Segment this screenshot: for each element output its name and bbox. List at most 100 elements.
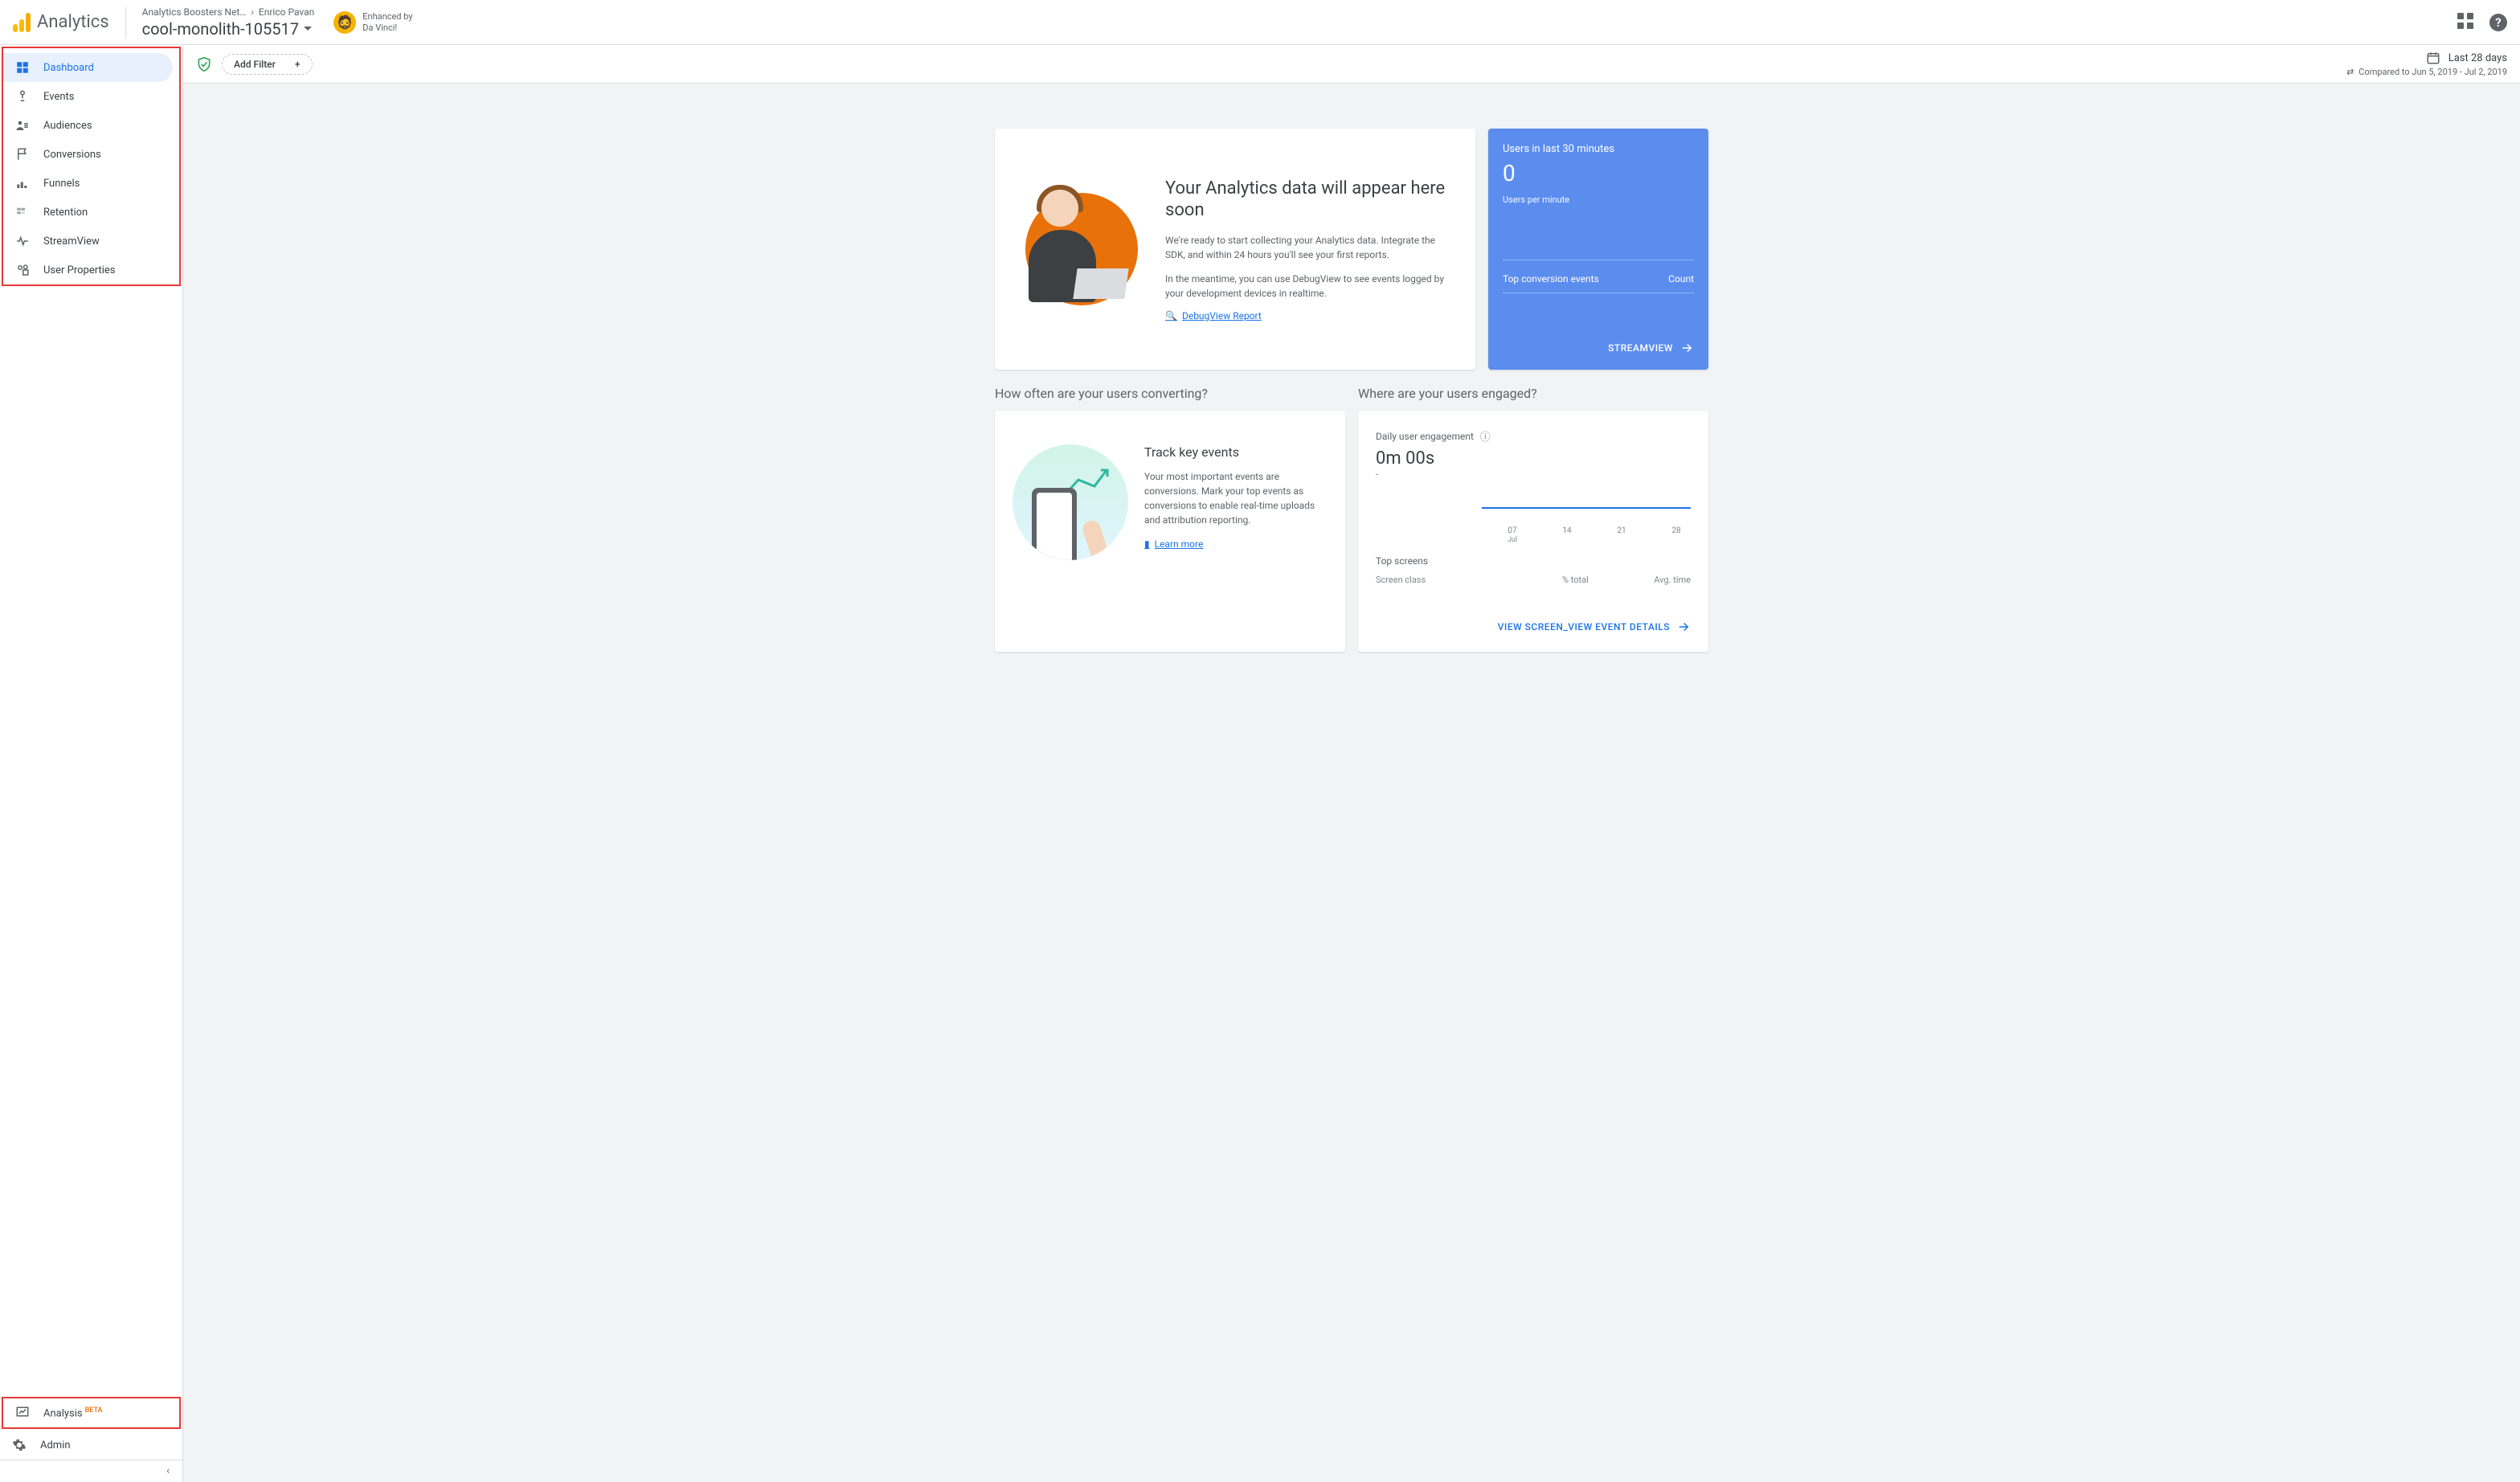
welcome-illustration [1017, 185, 1146, 313]
date-range-label: Last 28 days [2448, 52, 2507, 64]
sidebar-item-label: StreamView [43, 235, 100, 248]
pulse-icon [14, 234, 31, 248]
logo[interactable]: Analytics [13, 6, 126, 39]
sidebar-item-dashboard[interactable]: Dashboard [3, 53, 173, 82]
streamview-link[interactable]: STREAMVIEW [1503, 341, 1694, 355]
realtime-count-label: Count [1668, 273, 1694, 285]
realtime-count: 0 [1503, 160, 1694, 186]
welcome-title: Your Analytics data will appear here soo… [1165, 178, 1453, 222]
realtime-card: Users in last 30 minutes 0 Users per min… [1488, 129, 1708, 370]
track-illustration [1012, 444, 1128, 560]
chevron-right-icon: › [251, 6, 254, 18]
add-filter-button[interactable]: Add Filter + [222, 54, 313, 75]
analytics-logo-icon [13, 13, 31, 32]
sidebar-item-funnels[interactable]: Funnels [3, 169, 179, 198]
compare-icon: ⇄ [2346, 67, 2354, 77]
breadcrumb-property: cool-monolith-105517 [142, 19, 299, 39]
debugview-link-label: DebugView Report [1182, 310, 1262, 321]
date-range-picker[interactable]: Last 28 days [2426, 51, 2507, 65]
dashboard-icon [14, 60, 31, 75]
property-picker[interactable]: Analytics Boosters Net… › Enrico Pavan c… [126, 6, 315, 39]
view-details-label: VIEW SCREEN_VIEW EVENT DETAILS [1498, 621, 1670, 633]
user-properties-icon [14, 263, 31, 277]
engage-title: Daily user engagement [1376, 431, 1474, 442]
events-icon [14, 89, 31, 104]
analysis-icon [14, 1406, 31, 1420]
track-body: Your most important events are conversio… [1144, 469, 1328, 527]
sidebar-item-analysis[interactable]: AnalysisBETA [3, 1398, 179, 1427]
track-title: Track key events [1144, 444, 1328, 460]
gear-icon [11, 1438, 27, 1452]
sidebar-item-retention[interactable]: Retention [3, 198, 179, 227]
davinci-line1: Enhanced by [362, 11, 412, 22]
sidebar-item-label: Conversions [43, 149, 101, 161]
section-convert-title: How often are your users converting? [995, 386, 1345, 401]
breadcrumb-user: Enrico Pavan [259, 6, 314, 18]
breadcrumb-account: Analytics Boosters Net… [142, 6, 247, 18]
retention-icon [14, 205, 31, 219]
sidebar-collapse-button[interactable]: ‹ [0, 1459, 182, 1482]
sidebar-item-label: Retention [43, 207, 88, 219]
nav-group-main: Dashboard Events Audiences Conversions F… [2, 47, 181, 286]
engage-dash: - [1376, 469, 1691, 480]
realtime-events-label: Top conversion events [1503, 273, 1599, 285]
sidebar-item-label: AnalysisBETA [43, 1406, 103, 1419]
breadcrumb: Analytics Boosters Net… › Enrico Pavan [142, 6, 315, 18]
view-screen-view-details-link[interactable]: VIEW SCREEN_VIEW EVENT DETAILS [1376, 620, 1691, 634]
welcome-p1: We're ready to start collecting your Ana… [1165, 233, 1453, 262]
col-screen-class: Screen class [1376, 575, 1562, 585]
sidebar-item-events[interactable]: Events [3, 82, 179, 111]
chevron-left-icon: ‹ [166, 1465, 170, 1477]
flag-icon [14, 147, 31, 162]
sidebar-item-label: Events [43, 91, 74, 103]
sidebar-item-conversions[interactable]: Conversions [3, 140, 179, 169]
realtime-title: Users in last 30 minutes [1503, 143, 1694, 155]
funnels-icon [14, 176, 31, 190]
chevron-down-icon [304, 27, 312, 31]
add-filter-label: Add Filter [234, 59, 276, 70]
sidebar-item-audiences[interactable]: Audiences [3, 111, 179, 140]
sidebar-item-admin[interactable]: Admin [0, 1431, 182, 1459]
search-plus-icon: 🔍 [1165, 310, 1177, 321]
compared-range: ⇄ Compared to Jun 5, 2019 - Jul 2, 2019 [2346, 67, 2507, 77]
track-events-card: Track key events Your most important eve… [995, 411, 1345, 652]
apps-icon[interactable] [2457, 13, 2477, 32]
sidebar-item-user-properties[interactable]: User Properties [3, 256, 179, 285]
x-axis-ticks: 07Jul 14 21 28 [1376, 526, 1691, 544]
debugview-link[interactable]: 🔍 DebugView Report [1165, 310, 1453, 321]
calendar-icon [2426, 51, 2440, 65]
info-icon[interactable]: ⓘ [1480, 428, 1491, 444]
app-title: Analytics [37, 12, 109, 32]
section-engage-title: Where are your users engaged? [1358, 386, 1708, 401]
sidebar: Dashboard Events Audiences Conversions F… [0, 45, 183, 1482]
davinci-avatar-icon: 🧔 [333, 11, 356, 34]
shield-check-icon[interactable] [196, 56, 212, 72]
welcome-card: Your Analytics data will appear here soo… [995, 129, 1475, 370]
arrow-right-icon [1676, 620, 1691, 634]
arrow-right-icon [1679, 341, 1694, 355]
realtime-per-minute: Users per minute [1503, 194, 1694, 205]
learn-more-link[interactable]: ▮ Learn more [1144, 538, 1328, 550]
compared-label: Compared to Jun 5, 2019 - Jul 2, 2019 [2358, 67, 2507, 77]
audiences-icon [14, 118, 31, 133]
toolbar: Add Filter + Last 28 days ⇄ Compared to … [183, 45, 2520, 84]
sidebar-item-label: Funnels [43, 178, 80, 190]
sidebar-item-streamview[interactable]: StreamView [3, 227, 179, 256]
streamview-link-label: STREAMVIEW [1608, 342, 1673, 354]
engagement-sparkline [1376, 496, 1691, 523]
col-percent-total: % total [1562, 575, 1626, 585]
sidebar-item-label: Admin [40, 1439, 71, 1451]
sidebar-item-label: Dashboard [43, 62, 94, 74]
engage-value: 0m 00s [1376, 448, 1691, 469]
sidebar-item-label: User Properties [43, 264, 116, 276]
plus-icon: + [295, 59, 301, 70]
document-icon: ▮ [1144, 538, 1150, 550]
main-content: Add Filter + Last 28 days ⇄ Compared to … [183, 45, 2520, 1482]
help-icon[interactable]: ? [2489, 14, 2507, 31]
enhancement-badge: 🧔 Enhanced by Da Vinci! [333, 11, 412, 34]
app-header: Analytics Analytics Boosters Net… › Enri… [0, 0, 2520, 45]
engagement-card: Daily user engagement ⓘ 0m 00s - 07Jul 1… [1358, 411, 1708, 652]
top-screens-label: Top screens [1376, 555, 1691, 567]
davinci-line2: Da Vinci! [362, 23, 412, 33]
top-screens-header: Screen class % total Avg. time [1376, 575, 1691, 590]
